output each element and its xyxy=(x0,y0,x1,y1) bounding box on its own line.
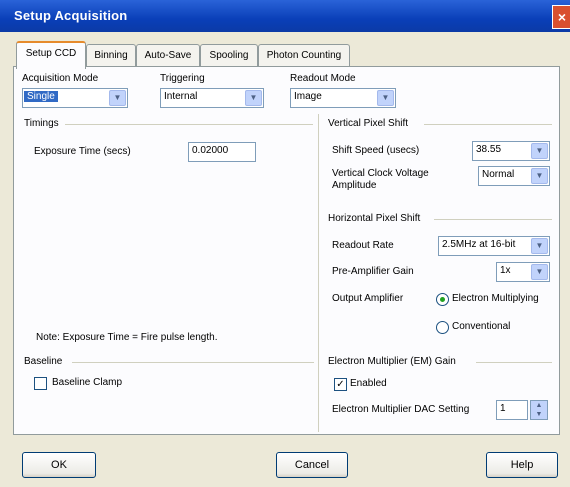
tab-photon-counting[interactable]: Photon Counting xyxy=(258,44,350,67)
readout-mode-select[interactable]: Image ▼ xyxy=(290,88,396,108)
vertical-clock-value: Normal xyxy=(482,169,515,180)
triggering-select[interactable]: Internal ▼ xyxy=(160,88,264,108)
shift-speed-value: 38.55 xyxy=(476,144,502,155)
em-enabled-label: Enabled xyxy=(350,378,387,389)
electron-multiplying-radio[interactable] xyxy=(436,293,449,306)
shift-speed-label: Shift Speed (usecs) xyxy=(332,145,420,156)
shift-speed-select[interactable]: 38.55 ▼ xyxy=(472,141,550,161)
em-dac-value: 1 xyxy=(500,403,506,414)
title-bar[interactable]: Setup Acquisition × xyxy=(0,0,570,32)
acquisition-mode-select[interactable]: Single ▼ xyxy=(22,88,128,108)
readout-rate-label: Readout Rate xyxy=(332,240,394,251)
timings-group-title: Timings xyxy=(24,118,59,129)
tab-label: Binning xyxy=(94,50,128,61)
cancel-button[interactable]: Cancel xyxy=(276,452,348,478)
readout-rate-select[interactable]: 2.5MHz at 16-bit ▼ xyxy=(438,236,550,256)
spin-up-icon[interactable]: ▲ xyxy=(531,401,547,410)
vertical-shift-divider xyxy=(424,124,552,125)
setup-acquisition-dialog: Setup Acquisition × Setup CCD Binning Au… xyxy=(0,0,570,487)
baseline-clamp-checkbox[interactable] xyxy=(34,377,47,390)
conventional-label: Conventional xyxy=(452,321,511,332)
tab-label: Auto-Save xyxy=(144,50,192,61)
chevron-down-icon[interactable]: ▼ xyxy=(531,143,548,159)
em-gain-divider xyxy=(476,362,552,363)
timings-divider xyxy=(65,124,313,125)
chevron-down-icon[interactable]: ▼ xyxy=(531,238,548,254)
tab-label: Photon Counting xyxy=(266,50,342,61)
column-divider xyxy=(318,114,319,432)
vertical-clock-select[interactable]: Normal ▼ xyxy=(478,166,550,186)
em-dac-label: Electron Multiplier DAC Setting xyxy=(332,404,470,415)
readout-rate-value: 2.5MHz at 16-bit xyxy=(442,239,516,250)
exposure-time-label: Exposure Time (secs) xyxy=(34,146,131,157)
em-enabled-checkbox[interactable]: ✓ xyxy=(334,378,347,391)
exposure-note: Note: Exposure Time = Fire pulse length. xyxy=(36,332,218,343)
baseline-clamp-label: Baseline Clamp xyxy=(52,377,123,388)
preamp-gain-select[interactable]: 1x ▼ xyxy=(496,262,550,282)
readout-mode-value: Image xyxy=(294,91,322,102)
triggering-label: Triggering xyxy=(160,73,205,84)
output-amplifier-label: Output Amplifier xyxy=(332,293,404,304)
tab-binning[interactable]: Binning xyxy=(86,44,136,67)
exposure-time-input[interactable]: 0.02000 xyxy=(188,142,256,162)
preamp-gain-label: Pre-Amplifier Gain xyxy=(332,266,414,277)
help-button[interactable]: Help xyxy=(486,452,558,478)
chevron-down-icon[interactable]: ▼ xyxy=(377,90,394,106)
em-dac-input[interactable]: 1 xyxy=(496,400,528,420)
em-dac-spinner[interactable]: ▲ ▼ xyxy=(530,400,548,420)
readout-mode-label: Readout Mode xyxy=(290,73,356,84)
conventional-radio[interactable] xyxy=(436,321,449,334)
tab-spooling[interactable]: Spooling xyxy=(200,44,258,67)
baseline-divider xyxy=(72,362,314,363)
chevron-down-icon[interactable]: ▼ xyxy=(245,90,262,106)
horizontal-shift-group-title: Horizontal Pixel Shift xyxy=(328,213,421,224)
ok-button[interactable]: OK xyxy=(22,452,96,478)
chevron-down-icon[interactable]: ▼ xyxy=(531,168,548,184)
vertical-shift-group-title: Vertical Pixel Shift xyxy=(328,118,409,129)
acquisition-mode-value: Single xyxy=(24,91,58,102)
horizontal-shift-divider xyxy=(434,219,552,220)
acquisition-mode-label: Acquisition Mode xyxy=(22,73,99,84)
tab-label: Spooling xyxy=(209,50,249,61)
window-title: Setup Acquisition xyxy=(14,8,128,23)
chevron-down-icon[interactable]: ▼ xyxy=(109,90,126,106)
chevron-down-icon[interactable]: ▼ xyxy=(531,264,548,280)
exposure-time-value: 0.02000 xyxy=(192,145,229,156)
em-gain-group-title: Electron Multiplier (EM) Gain xyxy=(328,356,456,367)
electron-multiplying-label: Electron Multiplying xyxy=(452,293,539,304)
preamp-gain-value: 1x xyxy=(500,265,511,276)
triggering-value: Internal xyxy=(164,91,198,102)
tab-label: Setup CCD xyxy=(25,48,77,59)
close-icon[interactable]: × xyxy=(552,5,570,29)
vertical-clock-label: Vertical Clock Voltage Amplitude xyxy=(332,168,429,191)
baseline-group-title: Baseline xyxy=(24,356,63,367)
spin-down-icon[interactable]: ▼ xyxy=(531,410,547,419)
tab-setup-ccd[interactable]: Setup CCD xyxy=(16,41,86,69)
tab-auto-save[interactable]: Auto-Save xyxy=(136,44,200,67)
